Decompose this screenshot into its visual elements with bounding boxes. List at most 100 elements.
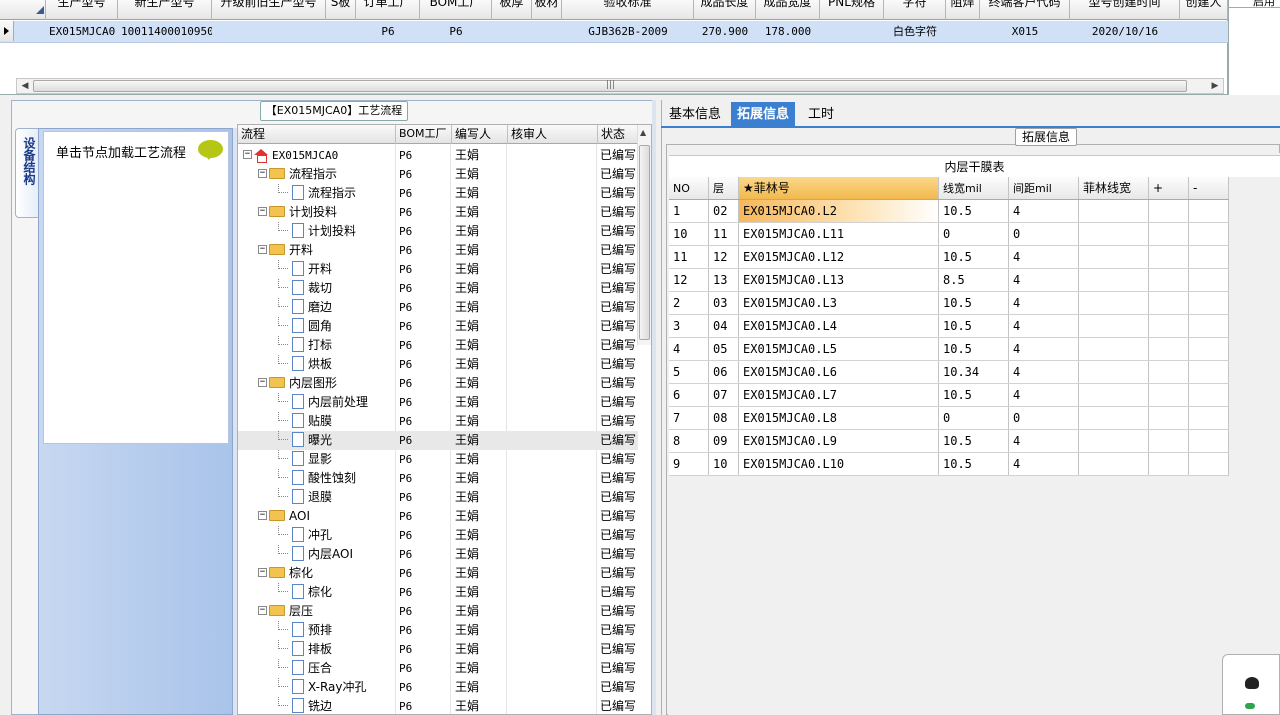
grid-cell[interactable]: 白色字符	[884, 21, 946, 43]
remove-column-button[interactable]: -	[1189, 177, 1229, 199]
column-header[interactable]: 板厚	[492, 0, 532, 20]
film-cell[interactable]	[1149, 453, 1189, 475]
film-cell[interactable]	[1079, 338, 1149, 360]
collapse-icon[interactable]: −	[258, 511, 267, 520]
tree-column-header[interactable]: 状态	[598, 125, 638, 144]
film-cell[interactable]	[1079, 315, 1149, 337]
column-header[interactable]: S板	[326, 0, 356, 20]
film-cell[interactable]: 0	[1009, 223, 1079, 245]
film-cell[interactable]	[1189, 407, 1229, 429]
model-grid-row-selected[interactable]: EX015MJCA0 10011400010950 P6 P6 GJB362B-2009…	[0, 21, 1228, 43]
film-cell[interactable]: 10.5	[939, 338, 1009, 360]
film-cell[interactable]: EX015MJCA0.L7	[739, 384, 939, 406]
film-cell[interactable]	[1189, 200, 1229, 222]
film-row[interactable]: 9 10 EX015MJCA0.L10 10.5 4	[669, 453, 1229, 476]
film-cell[interactable]: 10	[709, 453, 739, 475]
film-cell[interactable]: 12	[709, 246, 739, 268]
tree-row[interactable]: − 棕化 P6 王娟 已编写	[238, 564, 638, 583]
column-header[interactable]: 成品宽度	[756, 0, 820, 20]
tree-row[interactable]: 打标 P6 王娟 已编写	[238, 336, 638, 355]
film-cell[interactable]: 8	[669, 430, 709, 452]
tree-row[interactable]: 裁切 P6 王娟 已编写	[238, 279, 638, 298]
scroll-left-icon[interactable]: ◀	[17, 79, 33, 93]
column-header[interactable]: 成品长度	[694, 0, 756, 20]
film-cell[interactable]	[1189, 361, 1229, 383]
film-cell[interactable]: 4	[1009, 246, 1079, 268]
film-cell[interactable]: 05	[709, 338, 739, 360]
collapse-icon[interactable]: −	[258, 378, 267, 387]
tree-column-header[interactable]: BOM工厂	[396, 125, 452, 144]
tree-column-header[interactable]: 编写人	[452, 125, 508, 144]
film-cell[interactable]: 0	[939, 407, 1009, 429]
film-cell[interactable]: 10.5	[939, 453, 1009, 475]
film-cell[interactable]: EX015MJCA0.L12	[739, 246, 939, 268]
film-cell[interactable]: 10.5	[939, 384, 1009, 406]
tree-row[interactable]: 显影 P6 王娟 已编写	[238, 450, 638, 469]
film-cell[interactable]: 8.5	[939, 269, 1009, 291]
film-cell[interactable]: 3	[669, 315, 709, 337]
tree-row[interactable]: − 流程指示 P6 王娟 已编写	[238, 165, 638, 184]
film-cell[interactable]: 10	[669, 223, 709, 245]
film-cell[interactable]	[1149, 407, 1189, 429]
collapse-icon[interactable]: −	[258, 606, 267, 615]
film-cell[interactable]	[1189, 246, 1229, 268]
film-row[interactable]: 3 04 EX015MJCA0.L4 10.5 4	[669, 315, 1229, 338]
film-cell[interactable]	[1079, 269, 1149, 291]
film-cell[interactable]: 9	[669, 453, 709, 475]
film-cell[interactable]: 11	[709, 223, 739, 245]
film-cell[interactable]	[1079, 223, 1149, 245]
film-cell[interactable]: 5	[669, 361, 709, 383]
grid-cell[interactable]	[1180, 21, 1228, 43]
film-cell[interactable]	[1189, 430, 1229, 452]
film-column-header[interactable]: 层	[709, 177, 739, 199]
film-cell[interactable]	[1189, 315, 1229, 337]
grid-cell[interactable]	[212, 21, 326, 43]
film-cell[interactable]	[1079, 384, 1149, 406]
film-cell[interactable]	[1079, 246, 1149, 268]
film-cell[interactable]: 4	[1009, 315, 1079, 337]
film-cell[interactable]: 10.5	[939, 292, 1009, 314]
film-cell[interactable]: 4	[1009, 292, 1079, 314]
column-header[interactable]: 订单工厂	[356, 0, 420, 20]
tree-row[interactable]: 计划投料 P6 王娟 已编写	[238, 222, 638, 241]
film-cell[interactable]: EX015MJCA0.L3	[739, 292, 939, 314]
horizontal-scrollbar[interactable]: ◀ ||| ▶	[16, 78, 1224, 94]
film-cell[interactable]: 10.5	[939, 315, 1009, 337]
tree-row[interactable]: 烘板 P6 王娟 已编写	[238, 355, 638, 374]
film-row[interactable]: 7 08 EX015MJCA0.L8 0 0	[669, 407, 1229, 430]
film-column-header[interactable]: NO	[669, 177, 709, 199]
tree-row[interactable]: 冲孔 P6 王娟 已编写	[238, 526, 638, 545]
film-cell[interactable]: 13	[709, 269, 739, 291]
film-cell[interactable]: EX015MJCA0.L4	[739, 315, 939, 337]
film-cell[interactable]: EX015MJCA0.L13	[739, 269, 939, 291]
film-cell[interactable]: 4	[1009, 269, 1079, 291]
film-cell[interactable]: 4	[669, 338, 709, 360]
tree-row[interactable]: 流程指示 P6 王娟 已编写	[238, 184, 638, 203]
tree-row[interactable]: 铣边 P6 王娟 已编写	[238, 697, 638, 714]
column-header[interactable]: 字符	[884, 0, 946, 20]
tree-row[interactable]: 内层前处理 P6 王娟 已编写	[238, 393, 638, 412]
film-cell[interactable]	[1149, 315, 1189, 337]
grid-cell[interactable]	[946, 21, 980, 43]
splitter-main[interactable]	[652, 100, 656, 715]
film-cell[interactable]: 07	[709, 384, 739, 406]
tree-row[interactable]: 磨边 P6 王娟 已编写	[238, 298, 638, 317]
collapse-icon[interactable]: −	[258, 169, 267, 178]
column-header[interactable]: 板材	[532, 0, 562, 20]
grid-cell[interactable]: 2020/10/16	[1070, 21, 1180, 43]
tree-column-header[interactable]: 核审人	[508, 125, 598, 144]
film-cell[interactable]	[1189, 223, 1229, 245]
film-cell[interactable]: 6	[669, 384, 709, 406]
film-cell[interactable]: 0	[939, 223, 1009, 245]
film-cell[interactable]	[1149, 269, 1189, 291]
film-cell[interactable]: 1	[669, 200, 709, 222]
film-cell[interactable]: EX015MJCA0.L11	[739, 223, 939, 245]
tree-row[interactable]: 退膜 P6 王娟 已编写	[238, 488, 638, 507]
film-cell[interactable]: 4	[1009, 430, 1079, 452]
film-column-header[interactable]: 间距mil	[1009, 177, 1079, 199]
film-cell[interactable]	[1149, 223, 1189, 245]
film-cell[interactable]: 0	[1009, 407, 1079, 429]
film-cell[interactable]	[1079, 453, 1149, 475]
film-cell[interactable]: EX015MJCA0.L8	[739, 407, 939, 429]
film-cell[interactable]: 2	[669, 292, 709, 314]
